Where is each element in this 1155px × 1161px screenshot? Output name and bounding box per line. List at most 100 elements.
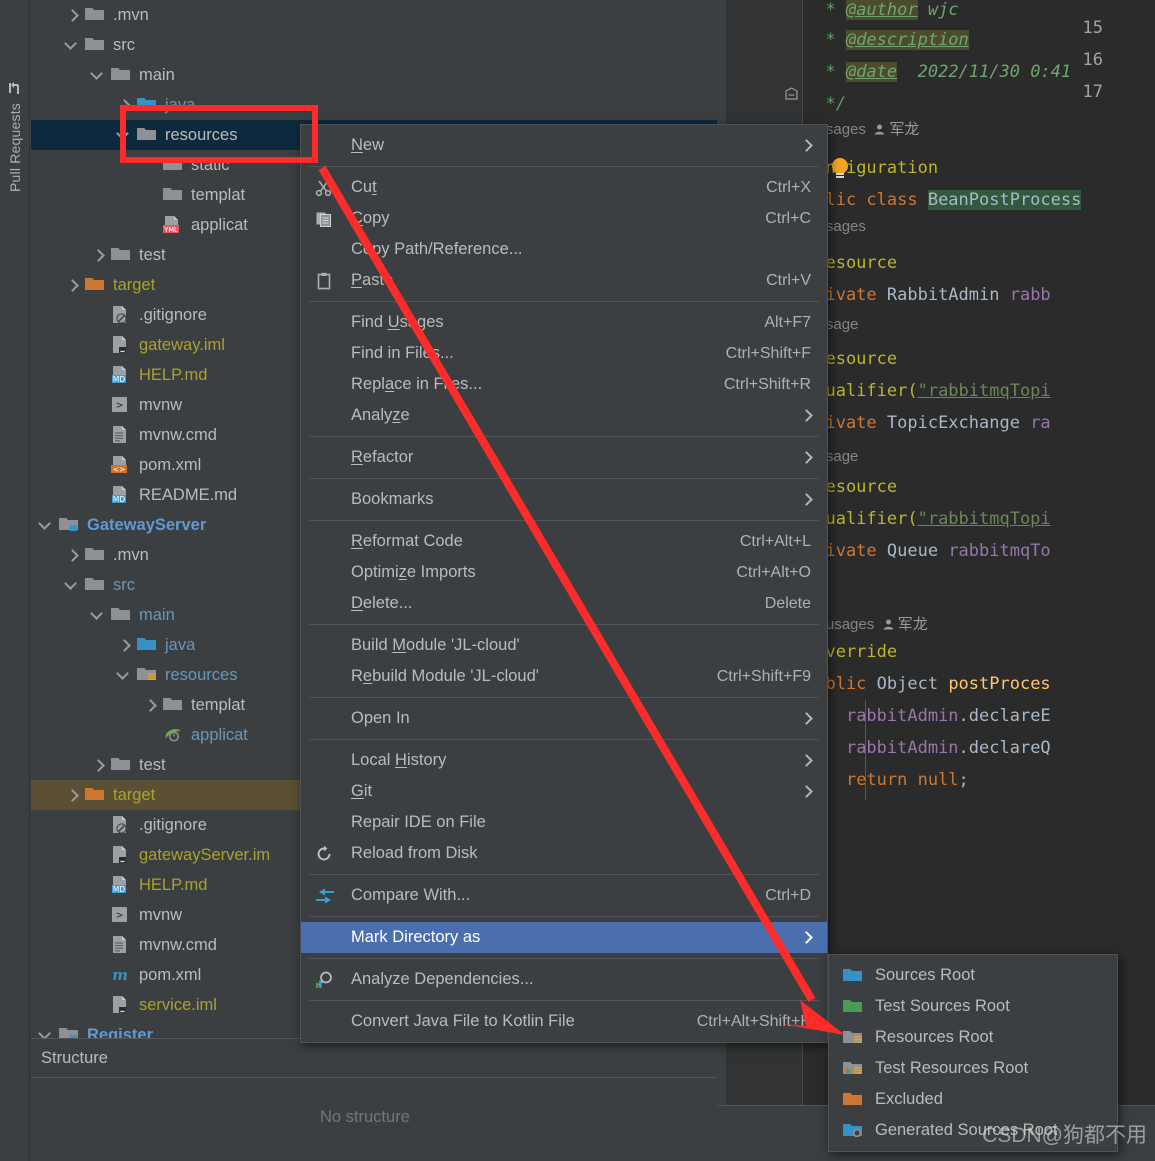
intention-bulb-icon[interactable] [832, 158, 848, 175]
file-yml-icon: YML [163, 216, 183, 234]
chevron-down-icon[interactable] [91, 68, 105, 82]
menu-item-label: Copy [351, 209, 390, 227]
tool-tab-pull-requests[interactable]: Pull Requests [0, 0, 30, 200]
menu-item-cut[interactable]: Cut Ctrl+X [301, 172, 827, 203]
menu-item-label: Bookmarks [351, 490, 434, 508]
menu-item-findinfiles[interactable]: Find in Files... Ctrl+Shift+F [301, 338, 827, 369]
code-line: rabbitAdmin.declareE [805, 706, 1051, 726]
menu-item-git[interactable]: Git [301, 776, 827, 807]
tool-tab-label: Pull Requests [7, 103, 23, 192]
chevron-down-icon[interactable] [39, 1028, 53, 1038]
file-iml-icon [111, 996, 131, 1014]
menu-separator [309, 874, 819, 875]
tree-item-java[interactable]: java [31, 90, 717, 120]
code-token: BeanPostProcess [927, 190, 1082, 210]
chevron-down-icon[interactable] [65, 38, 79, 52]
menu-icon-placeholder [315, 710, 337, 728]
menu-item-repairideonfile[interactable]: Repair IDE on File [301, 807, 827, 838]
menu-item-analyze[interactable]: Analyze [301, 400, 827, 431]
tree-item-label: mvnw.cmd [139, 425, 217, 444]
menu-item-openin[interactable]: Open In [301, 703, 827, 734]
chevron-down-icon[interactable] [117, 668, 131, 682]
structure-panel-header[interactable]: Structure [31, 1038, 717, 1078]
code-token: 2022/11/30 0:41 [897, 62, 1072, 82]
chevron-down-icon[interactable] [65, 578, 79, 592]
menu-item-refactor[interactable]: Refactor [301, 442, 827, 473]
tree-item-src[interactable]: src [31, 30, 717, 60]
submenu-item-sourcesroot[interactable]: Sources Root [829, 960, 1117, 991]
folder-excluded-icon [85, 786, 105, 804]
folder-source-icon [137, 636, 157, 654]
menu-separator [309, 958, 819, 959]
code-token: return null [845, 770, 959, 790]
menu-item-buildmodulejlcloud[interactable]: Build Module 'JL-cloud' [301, 630, 827, 661]
chevron-right-icon[interactable] [117, 638, 131, 652]
menu-item-analyzedependencies[interactable]: Analyze Dependencies... [301, 964, 827, 995]
tree-item-label: README.md [139, 485, 238, 504]
svg-text:<>: <> [113, 465, 126, 474]
submenu-item-testresourcesroot[interactable]: Test Resources Root [829, 1053, 1117, 1084]
submenu-item-resourcesroot[interactable]: Resources Root [829, 1022, 1117, 1053]
chevron-down-icon[interactable] [39, 518, 53, 532]
menu-icon-placeholder [315, 449, 337, 467]
tree-item-mvn[interactable]: .mvn [31, 0, 717, 30]
submenu-item-excluded[interactable]: Excluded [829, 1084, 1117, 1115]
context-menu[interactable]: New Cut Ctrl+X Copy Ctrl+C Copy Path/Referenc… [300, 124, 828, 1043]
chevron-right-icon[interactable] [65, 788, 79, 802]
chevron-right-icon[interactable] [91, 248, 105, 262]
folder-resources-icon [137, 666, 157, 684]
menu-item-reloadfromdisk[interactable]: Reload from Disk [301, 838, 827, 869]
code-token: rabbitmqTo [948, 541, 1051, 561]
menu-item-delete[interactable]: Delete... Delete [301, 588, 827, 619]
menu-item-reformatcode[interactable]: Reformat Code Ctrl+Alt+L [301, 526, 827, 557]
menu-icon-placeholder [315, 241, 337, 259]
chevron-right-icon[interactable] [65, 548, 79, 562]
menu-item-rebuildmodulejlcloud[interactable]: Rebuild Module 'JL-cloud' Ctrl+Shift+F9 [301, 661, 827, 692]
menu-item-replaceinfiles[interactable]: Replace in Files... Ctrl+Shift+R [301, 369, 827, 400]
menu-item-label: Cut [351, 178, 377, 196]
menu-icon-placeholder [315, 407, 337, 425]
code-line: * @description [805, 30, 969, 50]
code-line: rabbitAdmin.declareQ [805, 738, 1051, 758]
menu-item-shortcut: Ctrl+D [765, 886, 811, 904]
menu-item-localhistory[interactable]: Local History [301, 745, 827, 776]
menu-item-paste[interactable]: Paste Ctrl+V [301, 265, 827, 296]
chevron-right-icon[interactable] [65, 278, 79, 292]
file-gitignore-icon [111, 816, 131, 834]
code-token: ra [1030, 413, 1051, 433]
submenu-item-testsourcesroot[interactable]: Test Sources Root [829, 991, 1117, 1022]
fold-marker-icon[interactable] [785, 85, 798, 100]
chevron-down-icon[interactable] [91, 608, 105, 622]
menu-item-copypathreference[interactable]: Copy Path/Reference... [301, 234, 827, 265]
tree-item-label: .mvn [113, 545, 149, 564]
menu-item-convertjavafiletokotlinfile[interactable]: Convert Java File to Kotlin File Ctrl+Alt… [301, 1006, 827, 1037]
menu-item-new[interactable]: New [301, 130, 827, 161]
folder-icon [85, 36, 105, 54]
code-token: @date [845, 62, 898, 82]
tree-item-label: pom.xml [139, 965, 202, 984]
tree-item-label: service.iml [139, 995, 217, 1014]
code-line: ublic class BeanPostProcess [805, 190, 1082, 210]
menu-item-shortcut: Delete [764, 594, 811, 612]
chevron-down-icon[interactable] [117, 128, 131, 142]
menu-item-copy[interactable]: Copy Ctrl+C [301, 203, 827, 234]
chevron-right-icon[interactable] [91, 758, 105, 772]
folder-icon [111, 606, 131, 624]
menu-item-comparewith[interactable]: Compare With... Ctrl+D [301, 880, 827, 911]
svg-text:>: > [116, 399, 123, 412]
menu-item-markdirectoryas[interactable]: Mark Directory as [301, 922, 827, 953]
code-token: * [805, 0, 846, 20]
chevron-right-icon[interactable] [65, 8, 79, 22]
chevron-right-icon[interactable] [143, 698, 157, 712]
code-token: .declareE [958, 706, 1051, 726]
folder-icon [163, 696, 183, 714]
menu-item-bookmarks[interactable]: Bookmarks [301, 484, 827, 515]
tree-item-main[interactable]: main [31, 60, 717, 90]
inlay-hint-author: 军龙 [897, 616, 928, 633]
menu-item-optimizeimports[interactable]: Optimize Imports Ctrl+Alt+O [301, 557, 827, 588]
menu-item-findusages[interactable]: Find Usages Alt+F7 [301, 307, 827, 338]
chevron-right-icon[interactable] [117, 98, 131, 112]
code-line: private RabbitAdmin rabb [805, 285, 1051, 305]
code-token: "rabbitmqTopi [917, 381, 1051, 401]
